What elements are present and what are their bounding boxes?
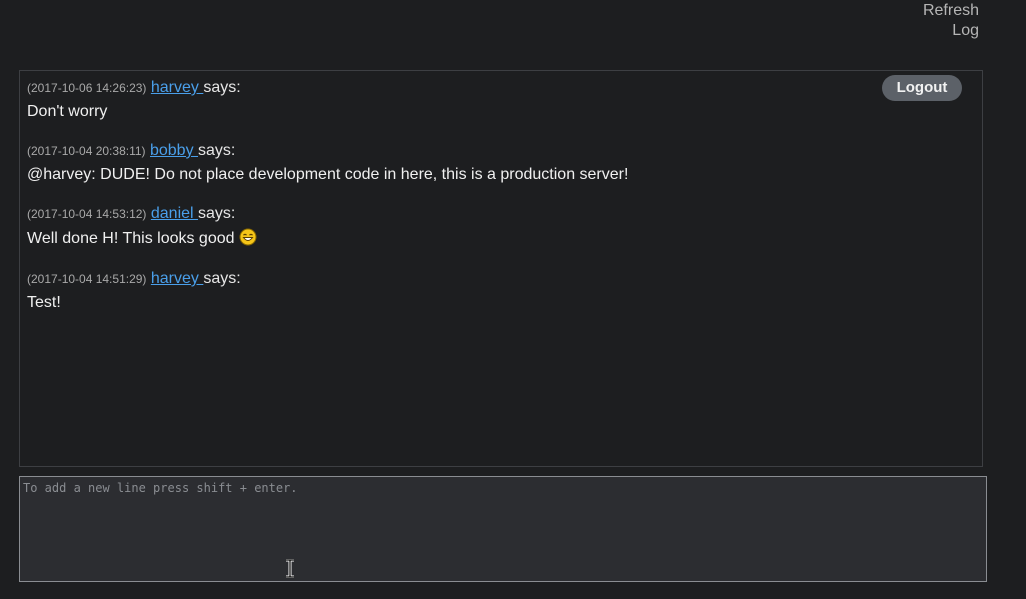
message-user-link[interactable]: harvey [151, 270, 203, 287]
message-input[interactable] [19, 476, 987, 582]
says-label: says: [198, 142, 236, 159]
refresh-log-link[interactable]: Refresh Log [899, 1, 979, 41]
chat-message: (2017-10-04 14:53:12) daniel says: Well … [27, 204, 257, 252]
message-header: (2017-10-04 14:53:12) daniel says: [27, 204, 257, 224]
logout-button[interactable]: Logout [882, 75, 962, 101]
text-cursor-icon [285, 558, 295, 579]
message-timestamp: (2017-10-04 14:51:29) [27, 272, 147, 286]
chat-message: (2017-10-04 14:51:29) harvey says: Test! [27, 269, 241, 313]
message-header: (2017-10-04 14:51:29) harvey says: [27, 269, 241, 289]
says-label: says: [198, 205, 236, 222]
message-user-link[interactable]: daniel [151, 205, 198, 222]
chat-message: (2017-10-04 20:38:11) bobby says: @harve… [27, 141, 628, 185]
laughing-smiley-icon [239, 228, 257, 252]
message-body: Well done H! This looks good [27, 228, 257, 252]
chat-message: (2017-10-06 14:26:23) harvey says: Don't… [27, 78, 241, 122]
message-timestamp: (2017-10-04 20:38:11) [27, 144, 146, 158]
says-label: says: [203, 270, 241, 287]
message-header: (2017-10-04 20:38:11) bobby says: [27, 141, 628, 161]
message-text: Don't worry [27, 103, 108, 120]
message-user-link[interactable]: bobby [150, 142, 198, 159]
chat-log: Logout (2017-10-06 14:26:23) harvey says… [19, 70, 983, 467]
message-user-link[interactable]: harvey [151, 79, 203, 96]
message-timestamp: (2017-10-04 14:53:12) [27, 207, 147, 221]
message-timestamp: (2017-10-06 14:26:23) [27, 81, 147, 95]
message-text: Well done H! This looks good [27, 230, 235, 247]
says-label: says: [203, 79, 241, 96]
message-header: (2017-10-06 14:26:23) harvey says: [27, 78, 241, 98]
message-text: @harvey: DUDE! Do not place development … [27, 166, 629, 183]
message-text: Test! [27, 294, 61, 311]
